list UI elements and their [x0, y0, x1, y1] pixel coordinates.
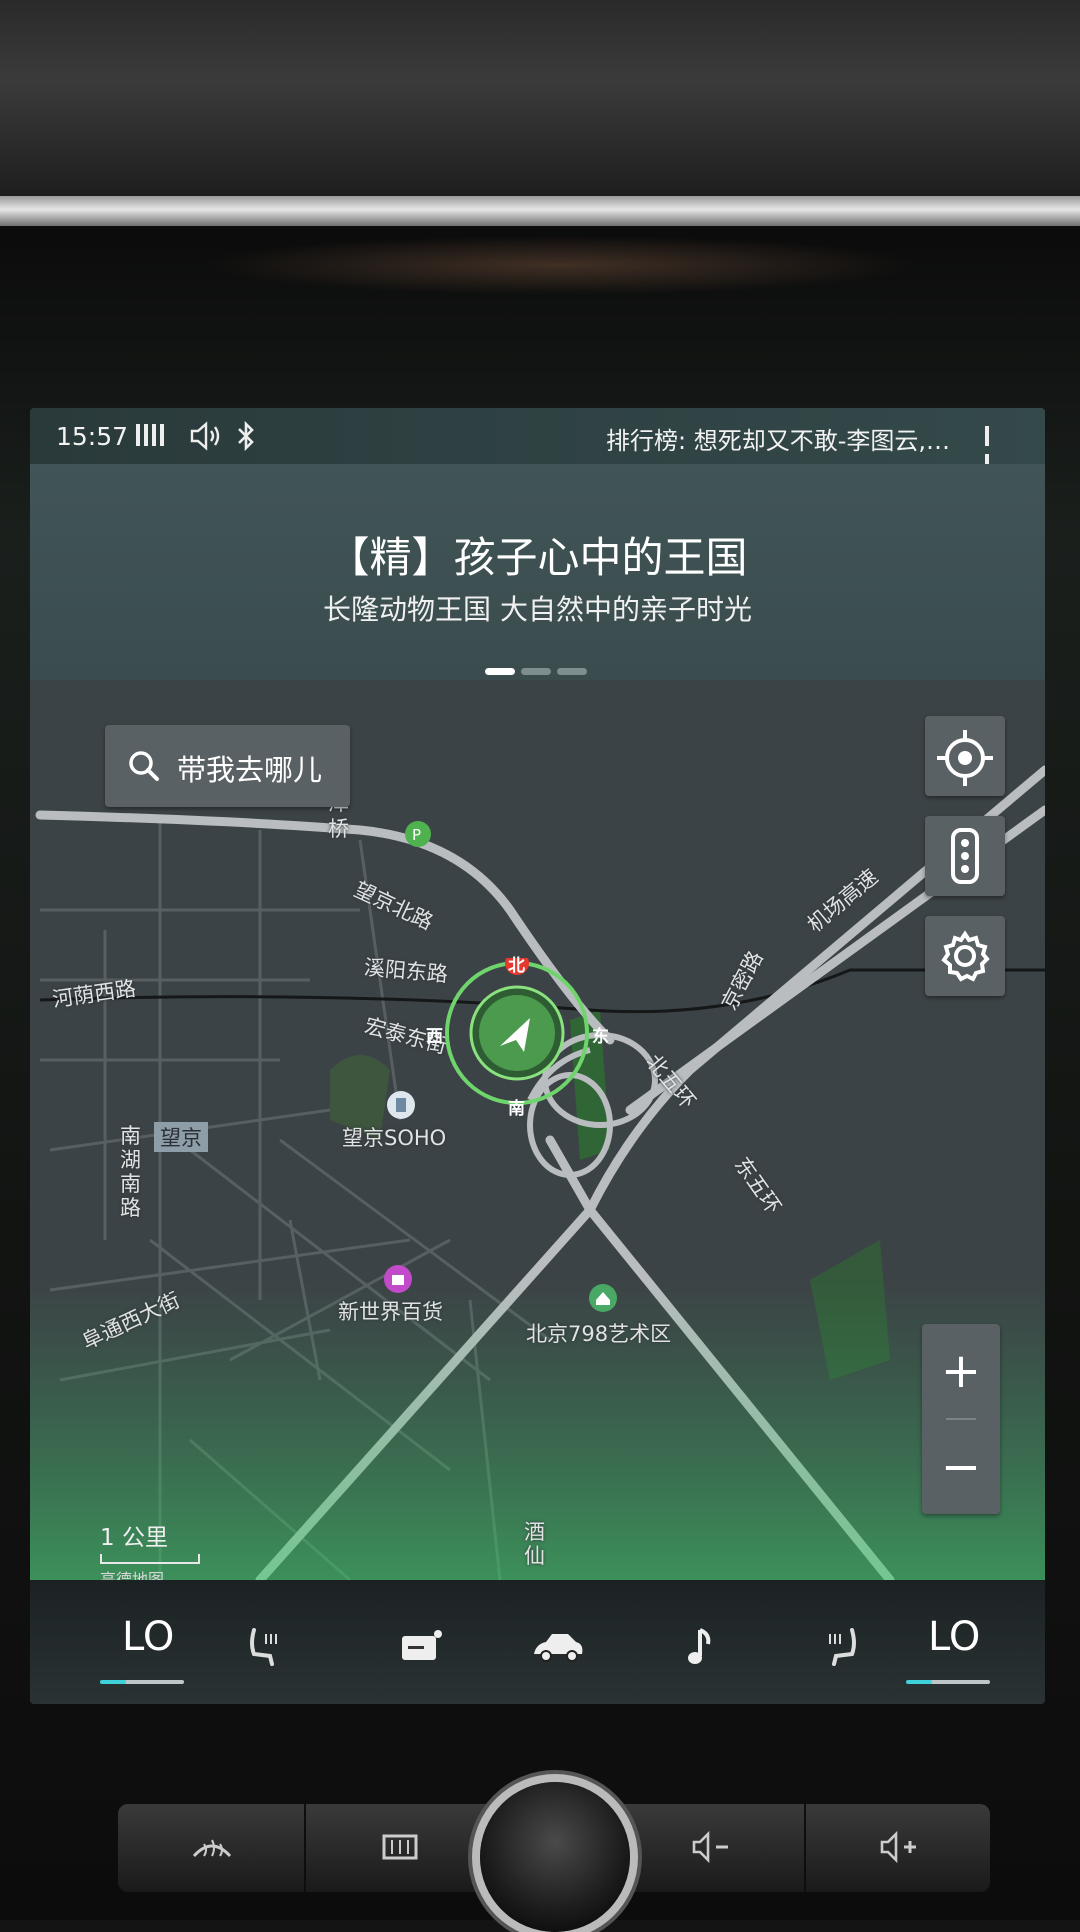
- volume-down-icon: [692, 1830, 728, 1864]
- rear-defrost-icon: [382, 1834, 418, 1860]
- shopping-icon[interactable]: [383, 1264, 413, 1294]
- scenic-spot-icon[interactable]: [588, 1283, 618, 1313]
- zoom-control: + −: [922, 1324, 1000, 1514]
- location-arrow-icon: [445, 958, 589, 1105]
- locate-me-button[interactable]: [925, 716, 1005, 796]
- banner-subtitle: 长隆动物王国 大自然中的亲子时光: [323, 593, 752, 626]
- crosshair-icon: [937, 730, 993, 786]
- poi-798-art[interactable]: 北京798艺术区: [526, 1318, 671, 1348]
- chrome-trim: [0, 196, 1080, 226]
- compass-west: 西: [426, 1027, 443, 1047]
- poi-new-world[interactable]: 新世界百货: [338, 1296, 443, 1326]
- clock: 15:57: [56, 422, 129, 451]
- music-note-icon[interactable]: [678, 1624, 724, 1670]
- volume-knob[interactable]: [480, 1782, 630, 1932]
- compass-east: 东: [592, 1027, 609, 1047]
- seat-heat-right-icon[interactable]: [820, 1624, 866, 1670]
- zoom-out-button[interactable]: −: [922, 1420, 1000, 1514]
- page-dot[interactable]: [557, 668, 587, 675]
- map-label-wangjing: 望京: [154, 1122, 208, 1152]
- volume-icon: [190, 421, 220, 451]
- map-settings-button[interactable]: [925, 916, 1005, 996]
- left-temp-indicator: [100, 1680, 184, 1684]
- glare: [200, 235, 920, 295]
- map-label-nanhu-south: 南 湖 南 路: [120, 1124, 141, 1220]
- compass-north: 北: [508, 956, 525, 976]
- gear-icon: [941, 930, 990, 982]
- promo-banner[interactable]: 【精】孩子心中的王国 长隆动物王国 大自然中的亲子时光: [30, 464, 1045, 680]
- right-temperature[interactable]: LO: [928, 1614, 980, 1660]
- page-dot[interactable]: [485, 668, 515, 675]
- bluetooth-icon: [238, 420, 254, 452]
- front-defrost-button[interactable]: [118, 1804, 306, 1892]
- search-placeholder: 带我去哪儿: [177, 753, 323, 787]
- page-dot[interactable]: [521, 668, 551, 675]
- left-temperature[interactable]: LO: [122, 1614, 174, 1660]
- vehicle-compass[interactable]: 北 南 西 东: [426, 956, 609, 1119]
- map-provider: 高德地图: [100, 1570, 165, 1580]
- signal-icon: [136, 424, 172, 448]
- building-icon[interactable]: [386, 1090, 416, 1120]
- destination-search[interactable]: 带我去哪儿: [105, 725, 350, 807]
- seat-heat-left-icon[interactable]: [240, 1624, 286, 1670]
- svg-text:P: P: [412, 826, 421, 844]
- traffic-button[interactable]: [925, 816, 1005, 896]
- volume-up-icon: [880, 1830, 916, 1864]
- volume-down-button[interactable]: [618, 1804, 806, 1892]
- front-defrost-icon: [192, 1839, 232, 1858]
- parking-icon[interactable]: P: [404, 820, 432, 848]
- banner-title: 【精】孩子心中的王国: [327, 533, 748, 582]
- rear-defrost-button[interactable]: [306, 1804, 494, 1892]
- scale-bar: [100, 1554, 200, 1564]
- navigation-map[interactable]: 泽 桥 望京北路 溪阳东路 宏泰东街 河荫西路 京密路 机场高速 北五环 东五环…: [30, 680, 1045, 1580]
- map-label-jiuxian: 酒 仙: [524, 1520, 545, 1568]
- traffic-light-icon: [951, 828, 979, 884]
- banner-pagination: [485, 660, 593, 675]
- media-card-icon[interactable]: [398, 1624, 444, 1670]
- map-scale: 1 公里: [100, 1518, 200, 1564]
- volume-up-button[interactable]: [806, 1804, 992, 1892]
- music-ticker[interactable]: 排行榜: 想死却又不敢-李图云,…: [606, 421, 950, 456]
- poi-wangjing-soho[interactable]: 望京SOHO: [342, 1122, 446, 1152]
- climate-bar: LO LO: [30, 1580, 1045, 1704]
- pause-icon[interactable]: [985, 424, 1001, 474]
- search-icon: [129, 751, 159, 781]
- compass-south: 南: [508, 1099, 525, 1119]
- car-icon[interactable]: [530, 1624, 586, 1670]
- scale-label: 1 公里: [100, 1525, 168, 1551]
- right-temp-indicator: [906, 1680, 990, 1684]
- dashboard-top: [0, 0, 1080, 200]
- zoom-in-button[interactable]: +: [922, 1324, 1000, 1418]
- infotainment-screen: 15:57 排行榜: 想死却又不敢-李图云,… 【精】孩子心中的王国 长隆动物王…: [30, 408, 1045, 1704]
- status-bar: 15:57 排行榜: 想死却又不敢-李图云,…: [30, 408, 1045, 474]
